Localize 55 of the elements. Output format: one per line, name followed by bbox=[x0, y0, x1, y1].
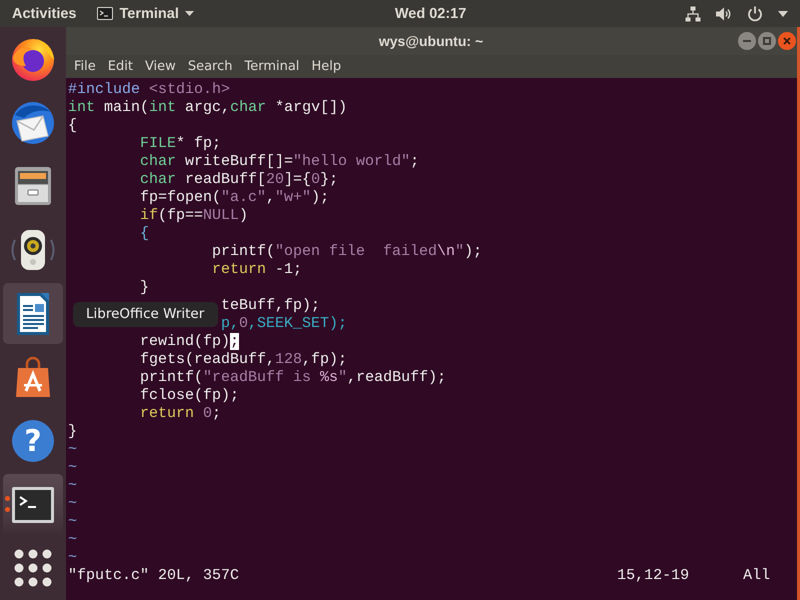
maximize-icon bbox=[763, 37, 771, 45]
menu-item[interactable]: View bbox=[138, 58, 182, 76]
power-icon[interactable] bbox=[747, 6, 763, 22]
cursor-position: 15,12-19 bbox=[617, 567, 690, 584]
code-line: p,0,SEEK_SET); bbox=[221, 315, 348, 333]
menu-item[interactable]: Terminal bbox=[238, 58, 306, 76]
code-line: int main(int argc,char *argv[]) bbox=[68, 99, 348, 117]
code-line: } bbox=[68, 423, 78, 441]
network-icon[interactable] bbox=[685, 6, 701, 22]
code-line: fgets(readBuff,128,fp); bbox=[140, 351, 348, 369]
maximize-button[interactable] bbox=[758, 32, 776, 50]
window-title: wys@ubuntu: ~ bbox=[378, 33, 484, 49]
empty-line-marker: ~ bbox=[68, 477, 78, 495]
code-line: fclose(fp); bbox=[140, 387, 240, 405]
empty-line-marker: ~ bbox=[68, 549, 78, 567]
code-line: char writeBuff[]="hello world"; bbox=[140, 153, 420, 171]
menu-item[interactable]: File bbox=[68, 58, 102, 76]
activities-button[interactable]: Activities bbox=[12, 4, 76, 22]
caret-icon[interactable] bbox=[778, 10, 788, 16]
menu-item[interactable]: Help bbox=[305, 58, 348, 76]
code-line: #include <stdio.h> bbox=[68, 81, 230, 99]
scroll-position: All bbox=[743, 567, 770, 584]
code-line: { bbox=[140, 225, 150, 243]
code-line: fp=fopen("a.c","w+"); bbox=[140, 189, 330, 207]
code-line: FILE* fp; bbox=[140, 135, 222, 153]
code-line: if(fp==NULL) bbox=[140, 207, 248, 225]
volume-icon[interactable] bbox=[716, 6, 732, 20]
dock-item[interactable]: ? bbox=[3, 410, 63, 472]
empty-line-marker: ~ bbox=[68, 513, 78, 531]
minimize-icon bbox=[743, 40, 751, 42]
code-line: return -1; bbox=[212, 261, 302, 279]
code-line: printf("open file failed\n"); bbox=[212, 243, 482, 261]
close-icon bbox=[783, 37, 791, 45]
code-line: rewind(fp); bbox=[140, 333, 240, 351]
dock-item[interactable] bbox=[3, 282, 63, 344]
file-info: "fputc.c" 20L, 357C bbox=[68, 567, 240, 584]
app-menu-button[interactable]: Terminal bbox=[97, 4, 194, 22]
tooltip: LibreOffice Writer bbox=[73, 302, 218, 327]
clock[interactable]: Wed 02:17 bbox=[394, 4, 466, 22]
code-line: char readBuff[20]={0}; bbox=[140, 171, 338, 189]
menu-item[interactable]: Edit bbox=[102, 58, 139, 76]
empty-line-marker: ~ bbox=[68, 459, 78, 477]
minimize-button[interactable] bbox=[738, 32, 756, 50]
caret-icon bbox=[184, 11, 194, 16]
empty-line-marker: ~ bbox=[68, 495, 78, 513]
code-line: teBuff,fp); bbox=[221, 297, 320, 315]
empty-line-marker: ~ bbox=[68, 531, 78, 549]
close-button[interactable] bbox=[778, 32, 796, 50]
code-line: printf("readBuff is %s",readBuff); bbox=[140, 369, 446, 387]
code-line: { bbox=[68, 117, 78, 135]
terminal-icon bbox=[97, 7, 114, 20]
empty-line-marker: ~ bbox=[68, 441, 78, 459]
code-line: return 0; bbox=[140, 405, 222, 423]
code-line: } bbox=[140, 279, 150, 297]
menu-item[interactable]: Search bbox=[182, 58, 238, 76]
